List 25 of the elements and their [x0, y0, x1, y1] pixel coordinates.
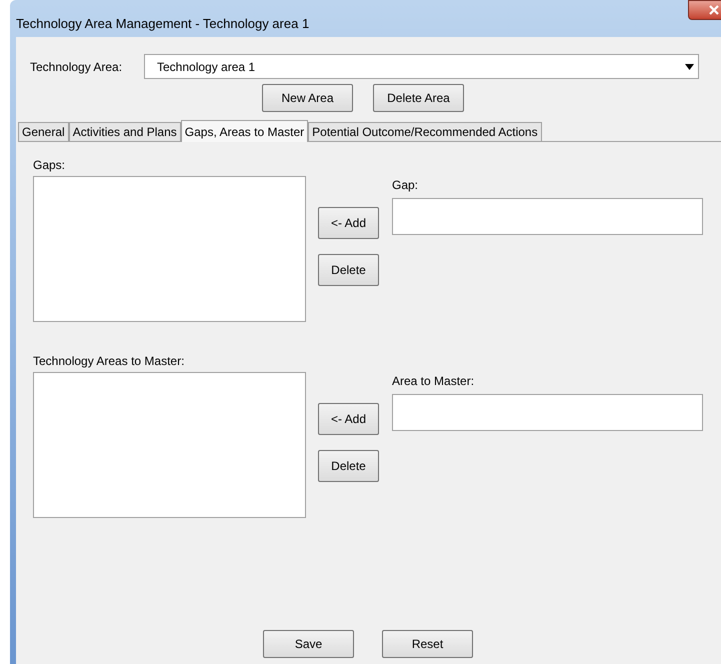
add-button[interactable]: <- Add	[318, 403, 379, 435]
delete-button[interactable]: Delete	[318, 254, 379, 286]
list-box[interactable]	[33, 176, 306, 322]
save-button[interactable]: Save	[263, 630, 354, 658]
field-label: Area to Master:	[392, 373, 476, 388]
tab[interactable]: Activities and Plans	[68, 122, 181, 141]
delete-button[interactable]: Delete	[318, 450, 379, 482]
tab[interactable]: General	[18, 122, 69, 141]
tab[interactable]: Potential Outcome/Recommended Actions	[308, 122, 542, 141]
text-field[interactable]	[392, 394, 703, 431]
window-title: Technology Area Management - Technology area 1	[16, 15, 310, 33]
tab[interactable]: Gaps, Areas to Master	[180, 120, 308, 142]
list-box[interactable]	[33, 372, 306, 518]
reset-button[interactable]: Reset	[382, 630, 473, 658]
dropdown-arrow-icon	[685, 64, 694, 70]
technology-area-dropdown[interactable]: Technology area 1	[144, 54, 699, 79]
list-label: Gaps:	[33, 157, 66, 172]
new-area-button[interactable]: New Area	[262, 84, 353, 112]
list-label: Technology Areas to Master:	[33, 353, 186, 368]
delete-area-button[interactable]: Delete Area	[373, 84, 464, 112]
technology-area-label: Technology Area:	[30, 58, 124, 76]
close-icon	[708, 5, 720, 15]
field-label: Gap:	[392, 177, 420, 192]
text-field[interactable]	[392, 198, 703, 235]
add-button[interactable]: <- Add	[318, 207, 379, 239]
